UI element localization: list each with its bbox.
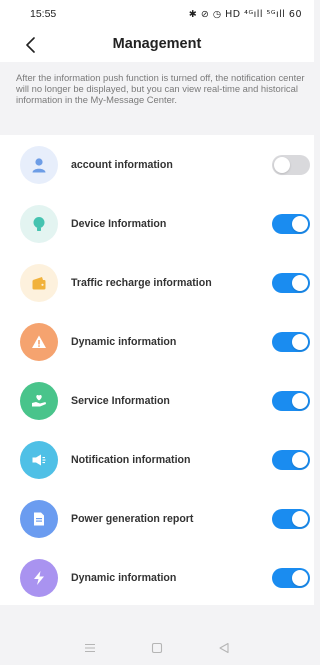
alert-icon [32, 335, 46, 348]
toggle-knob [292, 570, 308, 586]
back-triangle-icon [219, 642, 229, 654]
toggle-knob [292, 393, 308, 409]
notification-information-toggle[interactable] [272, 450, 310, 470]
bolt-icon [34, 571, 44, 585]
item-label: account information [71, 159, 173, 171]
nav-bar: Management [0, 28, 314, 62]
document-icon [34, 512, 44, 526]
person-icon [32, 158, 46, 173]
system-back-button[interactable] [212, 638, 236, 658]
wallet-icon [32, 277, 46, 290]
item-icon-circle [20, 146, 58, 184]
item-icon-circle [20, 441, 58, 479]
item-label: Device Information [71, 218, 167, 230]
list-item-dynamic-information: Dynamic information [0, 312, 314, 371]
account-information-toggle[interactable] [272, 155, 310, 175]
power-generation-report-toggle[interactable] [272, 509, 310, 529]
item-icon-circle [20, 205, 58, 243]
list-item-dynamic-information-2: Dynamic information [0, 548, 314, 607]
status-bar: 15:55 ✱ ⊘ ◷ HD ⁴ᴳıll ⁵ᴳıll 60 [0, 0, 314, 28]
dynamic-information-toggle[interactable] [272, 332, 310, 352]
list-item-service-information: Service Information [0, 371, 314, 430]
list-item-account-information: account information [0, 135, 314, 194]
item-icon-circle [20, 382, 58, 420]
notification-settings-list: account information Device Information T… [0, 135, 314, 605]
list-item-traffic-recharge-information: Traffic recharge information [0, 253, 314, 312]
item-label: Dynamic information [71, 572, 177, 584]
menu-icon [84, 643, 95, 653]
device-information-toggle[interactable] [272, 214, 310, 234]
toggle-knob [292, 511, 308, 527]
item-label: Notification information [71, 454, 191, 466]
dynamic-information-toggle-2[interactable] [272, 568, 310, 588]
toggle-knob [274, 157, 290, 173]
toggle-knob [292, 452, 308, 468]
page-title: Management [112, 36, 202, 52]
menu-button[interactable] [78, 638, 102, 658]
status-icons: ✱ ⊘ ◷ HD ⁴ᴳıll ⁵ᴳıll 60 [188, 8, 302, 20]
item-label: Dynamic information [71, 336, 177, 348]
toggle-knob [292, 275, 308, 291]
system-navigation-bar [0, 631, 314, 665]
item-label: Power generation report [71, 513, 194, 525]
service-information-toggle[interactable] [272, 391, 310, 411]
toggle-knob [292, 334, 308, 350]
item-label: Service Information [71, 395, 170, 407]
home-square-icon [151, 642, 163, 654]
status-time: 15:55 [30, 8, 57, 20]
megaphone-icon [32, 454, 46, 466]
item-icon-circle [20, 323, 58, 361]
list-item-device-information: Device Information [0, 194, 314, 253]
hand-heart-icon [32, 394, 46, 407]
toggle-knob [292, 216, 308, 232]
list-item-power-generation-report: Power generation report [0, 489, 314, 548]
item-icon-circle [20, 264, 58, 302]
list-item-notification-information: Notification information [0, 430, 314, 489]
item-label: Traffic recharge information [71, 277, 212, 289]
bulb-icon [33, 217, 45, 231]
item-icon-circle [20, 500, 58, 538]
traffic-recharge-information-toggle[interactable] [272, 273, 310, 293]
item-icon-circle [20, 559, 58, 597]
notice-text: After the information push function is t… [16, 72, 305, 106]
home-button[interactable] [145, 638, 169, 658]
